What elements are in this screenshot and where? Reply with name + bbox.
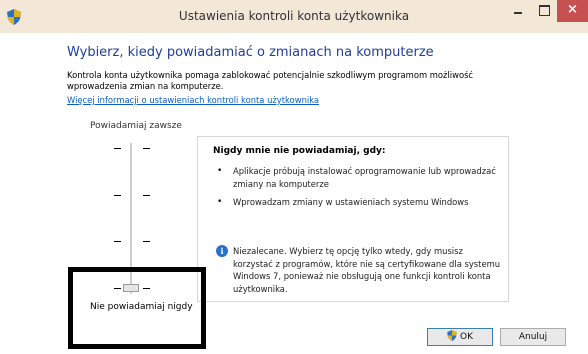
slider-tick — [114, 241, 121, 242]
window-title: Ustawienia kontroli konta użytkownika — [178, 9, 410, 23]
info-bullet: Wprowadzam zmiany w ustawieniach systemu… — [233, 197, 469, 207]
info-icon: i — [216, 245, 228, 257]
slider-tick — [143, 241, 150, 242]
maximize-icon — [539, 5, 550, 16]
uac-shield-icon — [447, 330, 457, 341]
page-heading: Wybierz, kiedy powiadamiać o zmianach na… — [67, 45, 434, 60]
info-title: Nigdy mnie nie powiadamiaj, gdy: — [213, 146, 386, 156]
description-text: Kontrola konta użytkownika pomaga zablok… — [67, 70, 474, 91]
ok-button-label: OK — [460, 332, 473, 342]
bullet-icon: • — [217, 166, 223, 176]
slider-tick — [114, 148, 121, 149]
info-bullet: Aplikacje próbują instalować oprogramowa… — [233, 166, 496, 189]
info-note: Niezalecane. Wybierz tę opcję tylko wted… — [233, 246, 501, 294]
more-info-link[interactable]: Więcej informacji o ustawieniach kontrol… — [67, 95, 319, 105]
slider-tick — [143, 148, 150, 149]
close-icon: × — [567, 2, 578, 17]
bullet-icon: • — [217, 197, 223, 207]
maximize-button[interactable] — [531, 0, 557, 22]
ok-button[interactable]: OK — [427, 328, 493, 346]
highlight-box — [68, 267, 206, 349]
slider-tick — [114, 195, 121, 196]
minimize-button[interactable] — [505, 0, 531, 22]
minimize-icon — [514, 12, 522, 14]
close-button[interactable]: × — [557, 0, 588, 22]
cancel-button[interactable]: Anuluj — [500, 328, 566, 346]
slider-tick — [143, 195, 150, 196]
slider-label-top: Powiadamiaj zawsze — [90, 121, 182, 131]
